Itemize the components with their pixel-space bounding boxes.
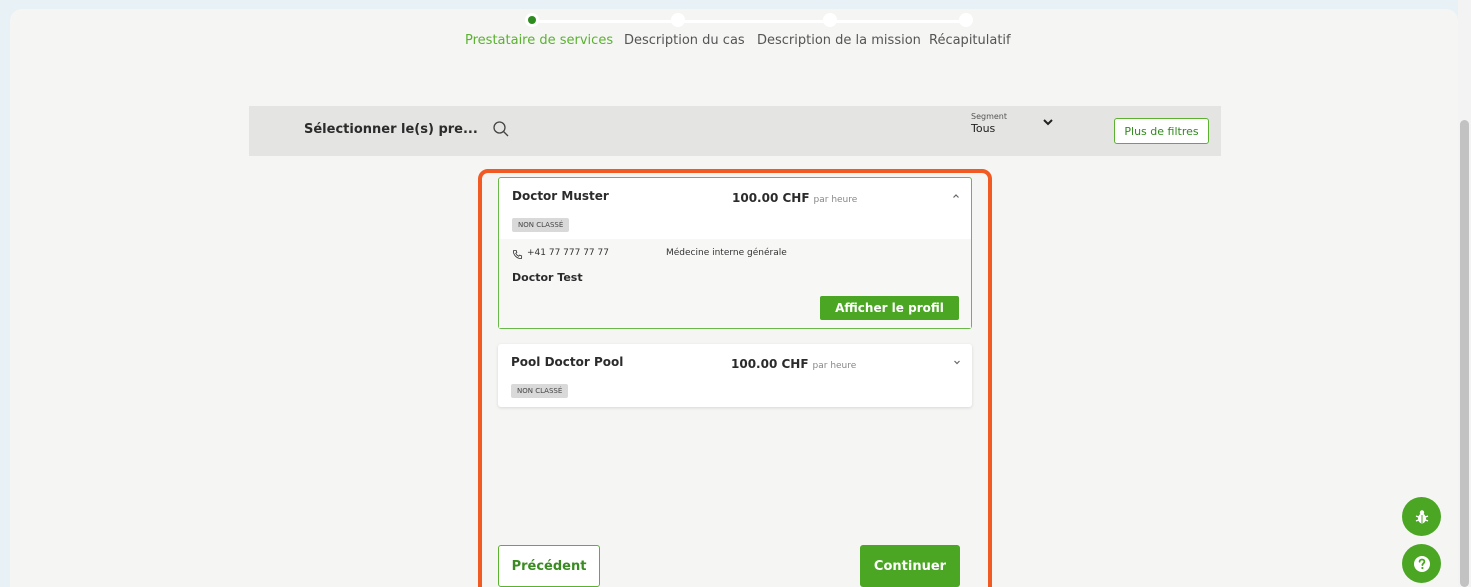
step-label-provider[interactable]: Prestataire de services [465,33,613,48]
step-label-case[interactable]: Description du cas [624,33,745,48]
chevron-down-icon[interactable] [952,357,962,367]
provider-phone: +41 77 777 77 77 [527,248,609,258]
provider-specialty: Médecine interne générale [666,248,787,258]
step-dot-3 [823,13,837,27]
step-label-summary[interactable]: Récapitulatif [929,33,1011,48]
previous-button[interactable]: Précédent [498,545,600,587]
segment-label: Segment [971,112,1007,121]
provider-details: +41 77 777 77 77 Médecine interne généra… [499,239,971,328]
segment-select[interactable]: Tous [971,122,995,135]
phone-icon [512,249,523,260]
price-unit: par heure [812,361,857,371]
provider-name: Doctor Muster [512,189,609,203]
progress-stepper: Prestataire de services Description du c… [0,0,1471,60]
help-button[interactable] [1402,544,1441,583]
view-profile-button[interactable]: Afficher le profil [820,296,959,320]
more-filters-button[interactable]: Plus de filtres [1114,118,1209,144]
provider-price: 100.00 CHF par heure [732,191,857,205]
bug-report-button[interactable] [1402,497,1441,536]
provider-card-doctor-muster[interactable]: Doctor Muster 100.00 CHF par heure NON CL… [498,177,972,329]
stepper-line [532,20,966,23]
provider-contact: Doctor Test [512,271,583,284]
step-label-mission[interactable]: Description de la mission [757,33,921,48]
step-dot-4 [959,13,973,27]
provider-card-pool-doctor[interactable]: Pool Doctor Pool 100.00 CHF par heure NON… [498,344,972,407]
provider-select-title[interactable]: Sélectionner le(s) pre... [304,122,478,137]
price-unit: par heure [813,195,858,205]
status-badge: NON CLASSÉ [512,218,570,232]
continue-button[interactable]: Continuer [860,545,960,587]
bug-icon [1415,509,1428,523]
provider-name: Pool Doctor Pool [511,355,624,369]
chevron-up-icon[interactable] [951,191,961,201]
search-icon[interactable] [492,120,510,138]
status-badge: NON CLASSÉ [511,384,569,398]
step-dot-2 [671,13,685,27]
price-value: 100.00 CHF [732,191,810,205]
filter-bar: Sélectionner le(s) pre... Segment Tous P… [249,106,1221,156]
help-icon [1413,555,1430,572]
chevron-down-icon[interactable] [1042,116,1054,128]
price-value: 100.00 CHF [731,357,809,371]
scrollbar[interactable] [1458,0,1471,587]
step-dot-1 [525,13,539,27]
provider-price: 100.00 CHF par heure [731,357,856,371]
scrollbar-thumb[interactable] [1460,120,1469,587]
